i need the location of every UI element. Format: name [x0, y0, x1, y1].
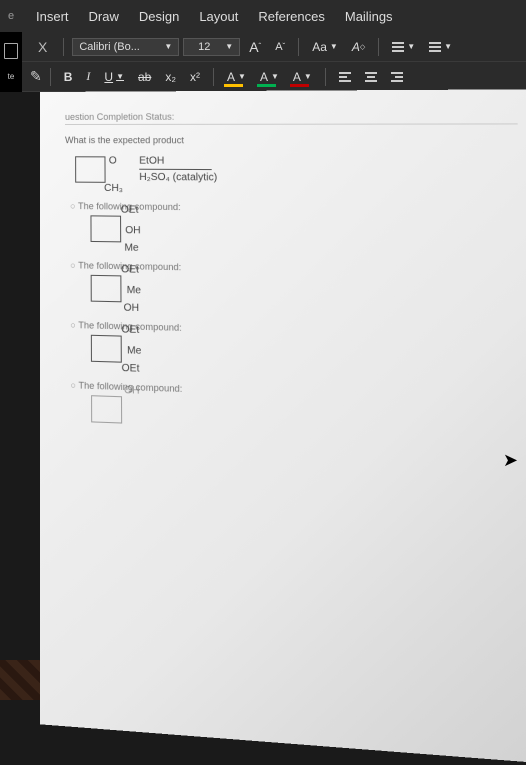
divider	[298, 38, 299, 56]
compound-ring: OEt Me OEt	[91, 335, 122, 363]
bullet-list-button[interactable]: ▼	[387, 40, 420, 54]
underline-button[interactable]: U▼	[99, 68, 129, 86]
list-icon	[429, 42, 441, 52]
bold-button[interactable]: B	[59, 68, 78, 86]
align-right-button[interactable]	[386, 70, 408, 84]
paste-label: te	[8, 72, 15, 81]
document-page[interactable]: uestion Completion Status: What is the e…	[40, 89, 526, 765]
tab-references[interactable]: References	[248, 0, 334, 32]
compound-ring: OEt Me OH	[91, 275, 122, 302]
option-1[interactable]: The following compound: OEt OH Me	[70, 201, 521, 248]
sub-me: Me	[127, 285, 141, 297]
mouse-cursor-icon: ➤	[503, 450, 518, 471]
reagent-bottom: H₂SO₄ (catalytic)	[139, 172, 217, 184]
text-effects-button[interactable]: A▼	[222, 68, 251, 86]
align-center-button[interactable]	[360, 70, 382, 84]
tab-layout[interactable]: Layout	[189, 0, 248, 32]
list-icon	[392, 42, 404, 52]
font-size-select[interactable]: 12 ▼	[183, 38, 240, 56]
cut-button[interactable]: X	[30, 39, 55, 55]
reagent-top: EtOH	[139, 155, 217, 167]
compound-ring: OH	[91, 395, 122, 423]
subscript-button[interactable]: x₂	[160, 68, 181, 86]
sub-oet: OEt	[121, 204, 139, 215]
change-case-button[interactable]: Aa▼	[307, 38, 343, 56]
superscript-button[interactable]: x²	[185, 68, 205, 86]
label-o: O	[109, 155, 117, 166]
left-panel: te	[0, 32, 22, 92]
sub-oet: OEt	[121, 324, 139, 336]
chevron-down-icon: ▼	[225, 42, 233, 51]
grow-font-button[interactable]: Aˆ	[244, 37, 266, 57]
font-color-button[interactable]: A▼	[288, 68, 317, 86]
reaction-arrow: EtOH H₂SO₄ (catalytic)	[139, 155, 217, 183]
align-icon	[339, 72, 351, 82]
font-size-label: 12	[190, 41, 218, 53]
divider	[63, 38, 64, 56]
sub-oh: OH	[124, 385, 140, 397]
divider	[213, 68, 214, 86]
divider	[325, 68, 326, 86]
divider	[50, 68, 51, 86]
format-painter-icon[interactable]: ✎	[30, 68, 42, 85]
tab-design[interactable]: Design	[129, 0, 189, 32]
align-icon	[365, 72, 377, 82]
strikethrough-button[interactable]: ab	[133, 68, 156, 86]
starting-material: O CH₃	[75, 156, 105, 183]
ribbon-tabs: e Insert Draw Design Layout References M…	[0, 0, 526, 32]
font-family-label: Calibri (Bo...	[79, 41, 157, 53]
sub-oet: OEt	[121, 264, 139, 276]
compound-ring: OEt OH Me	[90, 215, 121, 242]
tab-mailings[interactable]: Mailings	[335, 0, 403, 32]
tab-partial: e	[8, 10, 26, 22]
divider	[378, 38, 379, 56]
font-family-select[interactable]: Calibri (Bo... ▼	[72, 38, 179, 56]
align-left-button[interactable]	[334, 70, 356, 84]
option-2[interactable]: The following compound: OEt Me OH	[70, 260, 523, 311]
option-3[interactable]: The following compound: OEt Me OEt	[70, 320, 525, 375]
highlight-button[interactable]: A▼	[255, 68, 284, 86]
paste-icon[interactable]	[4, 43, 18, 59]
clear-format-button[interactable]: A◇	[347, 38, 370, 56]
option-4[interactable]: The following compound: OH	[71, 380, 526, 439]
sub-me: Me	[127, 345, 141, 357]
question-text: What is the expected product	[65, 135, 518, 146]
sub-me: Me	[124, 242, 138, 254]
sub-oh: OH	[125, 225, 140, 237]
tab-insert[interactable]: Insert	[26, 0, 79, 32]
number-list-button[interactable]: ▼	[424, 40, 457, 54]
label-ch3: CH₃	[104, 182, 123, 193]
chevron-down-icon: ▼	[164, 42, 172, 51]
shrink-font-button[interactable]: Aˇ	[270, 39, 290, 55]
italic-button[interactable]: I	[81, 67, 95, 86]
reaction-scheme: O CH₃ EtOH H₂SO₄ (catalytic)	[75, 155, 519, 185]
completion-status: uestion Completion Status:	[65, 111, 518, 125]
align-icon	[391, 72, 403, 82]
sub-oet2: OEt	[122, 363, 140, 375]
tab-draw[interactable]: Draw	[79, 0, 129, 32]
sub-oh: OH	[124, 302, 140, 314]
